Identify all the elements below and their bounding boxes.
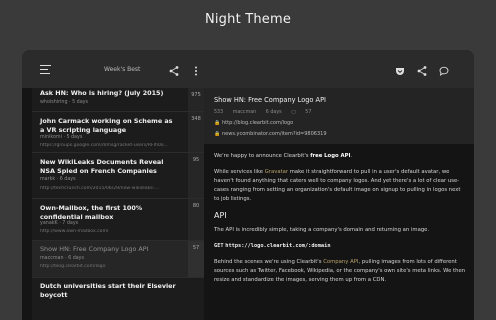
story-meta: yanakK · 7 days bbox=[40, 221, 79, 226]
article-link[interactable]: 🔒 http://blog.clearbit.com/logo bbox=[214, 120, 293, 126]
comment-count[interactable]: 348 bbox=[188, 112, 204, 152]
app-bar: Week's Best bbox=[22, 50, 474, 88]
more-options-icon[interactable] bbox=[190, 62, 202, 76]
inline-link[interactable]: Gravatar bbox=[265, 169, 288, 175]
story-title: Dutch universities start their Elsevier … bbox=[40, 282, 176, 299]
inline-link[interactable]: Company API bbox=[323, 259, 358, 265]
detail-header: Show HN: Free Company Logo API 533 maccm… bbox=[204, 88, 474, 144]
story-url: http://blog.clearbit.com/logo bbox=[40, 264, 106, 269]
section-heading: API bbox=[214, 211, 227, 220]
list-title: Week's Best bbox=[104, 66, 141, 73]
age: 6 days bbox=[265, 110, 282, 115]
pocket-icon[interactable] bbox=[394, 62, 406, 75]
code-method: GET bbox=[214, 243, 224, 249]
detail-meta: 533 maccman 6 days ▢ 57 bbox=[214, 110, 327, 115]
story-url: https://groups.google.com/d/msg/racket-u… bbox=[40, 143, 168, 148]
story-title: Own-Mailbox, the first 100% confidential… bbox=[40, 204, 143, 221]
lock-icon: 🔒 bbox=[214, 131, 221, 137]
share-icon[interactable] bbox=[168, 62, 180, 76]
story-title: New WikiLeaks Documents Reveal NSA Spied… bbox=[40, 158, 164, 175]
story-meta: markk · 6 days bbox=[40, 177, 76, 182]
comment-count[interactable]: 80 bbox=[188, 199, 204, 240]
story-title: Ask HN: Who is hiring? (July 2015) bbox=[40, 89, 164, 97]
code-line: GET https://logo.clearbit.com/:domain bbox=[214, 242, 466, 251]
story-meta: maccman · 6 days bbox=[40, 256, 85, 261]
text: We're happy to announce Clearbit's bbox=[214, 153, 311, 159]
story-item[interactable]: Own-Mailbox, the first 100% confidential… bbox=[32, 199, 204, 241]
story-title: John Carmack working on Scheme as a VR s… bbox=[40, 117, 173, 134]
paragraph: We're happy to announce Clearbit's free … bbox=[214, 152, 466, 161]
text: . bbox=[350, 153, 353, 159]
author[interactable]: maccman bbox=[233, 110, 257, 115]
paragraph: Behind the scenes we're using Clearbit's… bbox=[214, 258, 466, 285]
story-item[interactable]: Ask HN: Who is hiring? (July 2015) whois… bbox=[32, 88, 204, 112]
discussion-url: news.ycombinator.com/item?id=9806319 bbox=[222, 131, 327, 137]
text: Behind the scenes we're using Clearbit's bbox=[214, 259, 324, 265]
banner-title: Night Theme bbox=[204, 12, 292, 27]
points: 533 bbox=[214, 110, 224, 115]
discussion-link[interactable]: 🔒 news.ycombinator.com/item?id=9806319 bbox=[214, 131, 327, 137]
story-list: Ask HN: Who is hiring? (July 2015) whois… bbox=[32, 88, 204, 320]
text: While services like bbox=[214, 169, 265, 175]
menu-icon[interactable] bbox=[40, 65, 51, 74]
story-title: Show HN: Free Company Logo API bbox=[40, 245, 149, 253]
story-meta: minikomi · 5 days bbox=[40, 135, 83, 140]
story-item[interactable]: New WikiLeaks Documents Reveal NSA Spied… bbox=[32, 153, 204, 199]
bold-text: free Logo API bbox=[310, 153, 351, 159]
story-item[interactable]: Dutch universities start their Elsevier … bbox=[32, 278, 204, 320]
comments-icon[interactable] bbox=[438, 62, 450, 77]
paragraph: While services like Gravatar make it str… bbox=[214, 168, 466, 204]
story-url: http://techcrunch.com/2015/06/29/new-wik… bbox=[40, 186, 159, 191]
comment-count[interactable]: 95 bbox=[188, 153, 204, 198]
story-item[interactable]: John Carmack working on Scheme as a VR s… bbox=[32, 112, 204, 153]
tablet-frame: Week's Best Ask HN: Who is hiring? (July… bbox=[22, 50, 474, 320]
comment-bubble-icon: ▢ bbox=[291, 110, 296, 115]
lock-icon: 🔒 bbox=[214, 120, 221, 126]
article-body: We're happy to announce Clearbit's free … bbox=[214, 152, 466, 292]
comment-count[interactable]: 975 bbox=[188, 88, 204, 111]
code-url: https://logo.clearbit.com/:domain bbox=[225, 243, 331, 249]
article-url: http://blog.clearbit.com/logo bbox=[222, 120, 294, 126]
detail-title: Show HN: Free Company Logo API bbox=[214, 96, 326, 104]
story-url: http://www.own-mailbox.com/ bbox=[40, 229, 109, 234]
story-item-selected[interactable]: Show HN: Free Company Logo API maccman ·… bbox=[32, 241, 204, 278]
comment-count-detail[interactable]: ▢ 57 bbox=[291, 110, 319, 115]
story-meta: whoishiring · 5 days bbox=[40, 100, 88, 105]
comment-count-value: 57 bbox=[305, 110, 312, 115]
paragraph: The API is incredibly simple, taking a c… bbox=[214, 227, 430, 233]
story-detail: Show HN: Free Company Logo API 533 maccm… bbox=[204, 88, 474, 320]
share-article-icon[interactable] bbox=[416, 62, 428, 76]
comment-count[interactable]: 57 bbox=[188, 241, 204, 277]
